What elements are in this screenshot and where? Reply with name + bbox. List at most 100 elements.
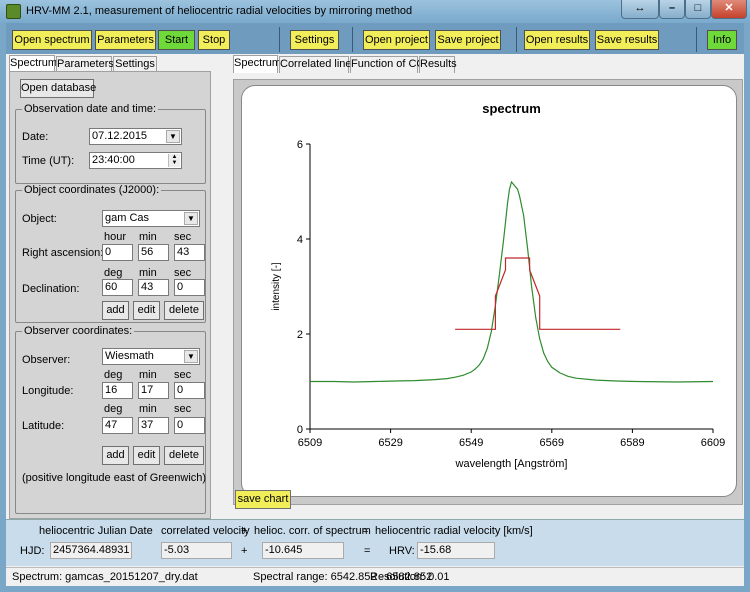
chevron-down-icon[interactable]: ▼ bbox=[184, 350, 198, 363]
open-project-button[interactable]: Open project bbox=[363, 30, 430, 50]
time-value: 23:40:00 bbox=[92, 154, 135, 166]
start-button[interactable]: Start bbox=[158, 30, 195, 50]
correlated-velocity-value: -5.03 bbox=[161, 542, 232, 559]
open-results-button[interactable]: Open results bbox=[524, 30, 590, 50]
spectrum-line bbox=[310, 180, 714, 383]
lon-min-header: min bbox=[139, 369, 157, 381]
ra-sec-input[interactable]: 43 bbox=[174, 244, 205, 261]
toolbar-separator bbox=[516, 27, 517, 52]
ra-min-input[interactable]: 56 bbox=[138, 244, 169, 261]
lat-min-input[interactable]: 37 bbox=[138, 417, 169, 434]
date-label: Date: bbox=[22, 131, 49, 143]
spectrum-chart: spectrum 6509 6529 6549 6569 6589 6609 0 2 4 6 wave… bbox=[271, 101, 725, 470]
tab-spectrum-chart[interactable]: Spectrum bbox=[233, 55, 281, 73]
toolbar-separator bbox=[352, 27, 353, 52]
dec-sec-header: sec bbox=[174, 267, 192, 279]
x-tick-label: 6569 bbox=[540, 437, 564, 449]
toolbar: Open spectrum Parameters Start Stop Sett… bbox=[6, 23, 744, 54]
x-tick-label: 6589 bbox=[620, 437, 644, 449]
dec-min-input[interactable]: 43 bbox=[138, 279, 169, 296]
x-axis-label: wavelength [Angström] bbox=[455, 458, 568, 470]
lat-sec-input[interactable]: 0 bbox=[174, 417, 205, 434]
y-axis-label: intensity [-] bbox=[271, 262, 282, 311]
dec-min-header: min bbox=[139, 267, 157, 279]
stop-button[interactable]: Stop bbox=[198, 30, 230, 50]
observer-group-title: Observer coordinates: bbox=[22, 325, 135, 337]
object-delete-button[interactable]: delete bbox=[164, 301, 204, 320]
status-resolution: Resolution: 0.01 bbox=[370, 571, 450, 583]
save-results-button[interactable]: Save results bbox=[595, 30, 659, 50]
minimize-button[interactable]: – bbox=[659, 0, 685, 19]
plus-sign: + bbox=[241, 525, 248, 537]
dec-sec-input[interactable]: 0 bbox=[174, 279, 205, 296]
latitude-label: Latitude: bbox=[22, 420, 65, 432]
date-picker[interactable]: 07.12.2015 ▼ bbox=[89, 128, 182, 145]
longitude-note: (positive longitude east of Greenwich) bbox=[22, 472, 207, 484]
object-value: gam Cas bbox=[105, 212, 150, 224]
object-add-button[interactable]: add bbox=[102, 301, 129, 320]
tab-correlated-lines[interactable]: Correlated lines bbox=[279, 56, 357, 73]
lon-deg-header: deg bbox=[104, 369, 123, 381]
lat-min-header: min bbox=[139, 403, 157, 415]
observer-delete-button[interactable]: delete bbox=[164, 446, 204, 465]
settings-button[interactable]: Settings bbox=[290, 30, 339, 50]
lon-sec-header: sec bbox=[174, 369, 192, 381]
object-select[interactable]: gam Cas ▼ bbox=[102, 210, 200, 227]
chevron-down-icon[interactable]: ▼ bbox=[184, 212, 198, 225]
window-title: HRV-MM 2.1, measurement of heliocentric … bbox=[26, 5, 413, 17]
open-spectrum-button[interactable]: Open spectrum bbox=[12, 30, 92, 50]
hjd-header: heliocentric Julian Date bbox=[39, 525, 153, 537]
dec-deg-input[interactable]: 60 bbox=[102, 279, 133, 296]
save-chart-button[interactable]: save chart bbox=[235, 490, 291, 509]
longitude-label: Longitude: bbox=[22, 385, 74, 397]
lon-sec-input[interactable]: 0 bbox=[174, 382, 205, 399]
y-tick-label: 2 bbox=[297, 329, 303, 341]
open-database-button[interactable]: Open database bbox=[20, 79, 96, 98]
ra-label: Right ascension: bbox=[22, 247, 104, 259]
heliocentric-correction-header: helioc. corr. of spectrum bbox=[254, 525, 371, 537]
equals-sign: = bbox=[364, 545, 371, 557]
ra-hour-input[interactable]: 0 bbox=[102, 244, 133, 261]
x-tick-label: 6509 bbox=[298, 437, 322, 449]
spinner-arrows-icon[interactable]: ▲ ▼ bbox=[168, 154, 180, 167]
close-button[interactable]: ✕ bbox=[711, 0, 747, 19]
object-group-title: Object coordinates (J2000): bbox=[22, 184, 162, 196]
hrv-value: -15.68 bbox=[417, 542, 495, 559]
save-project-button[interactable]: Save project bbox=[435, 30, 501, 50]
lon-min-input[interactable]: 17 bbox=[138, 382, 169, 399]
observer-coordinates-group: Observer coordinates: Observer: Wiesmath… bbox=[15, 325, 207, 514]
spectrum-tab-panel: Open database Observation date and time:… bbox=[9, 71, 211, 519]
observer-add-button[interactable]: add bbox=[102, 446, 129, 465]
y-tick-label: 0 bbox=[297, 424, 303, 436]
ra-hour-header: hour bbox=[104, 231, 127, 243]
chart-panel: spectrum 6509 6529 6549 6569 6589 6609 0 2 4 6 wave… bbox=[233, 79, 743, 505]
maximize-button[interactable]: □ bbox=[685, 0, 711, 19]
status-spectrum: Spectrum: gamcas_20151207_dry.dat bbox=[12, 571, 198, 583]
tab-function-of-cc[interactable]: Function of CC bbox=[350, 56, 424, 73]
observer-edit-button[interactable]: edit bbox=[133, 446, 160, 465]
hrv-header: heliocentric radial velocity [km/s] bbox=[375, 525, 533, 537]
lat-sec-header: sec bbox=[174, 403, 192, 415]
tab-results[interactable]: Results bbox=[419, 56, 457, 73]
object-coordinates-group: Object coordinates (J2000): Object: gam … bbox=[15, 184, 206, 323]
observer-value: Wiesmath bbox=[105, 350, 154, 362]
x-tick-label: 6529 bbox=[378, 437, 402, 449]
toolbar-separator bbox=[279, 27, 280, 52]
parameters-button[interactable]: Parameters bbox=[95, 30, 156, 50]
y-tick-label: 4 bbox=[297, 234, 303, 246]
observation-group: Observation date and time: Date: 07.12.2… bbox=[15, 103, 206, 184]
observer-label: Observer: bbox=[22, 354, 71, 366]
lon-deg-input[interactable]: 16 bbox=[102, 382, 133, 399]
observer-select[interactable]: Wiesmath ▼ bbox=[102, 348, 200, 365]
info-button[interactable]: Info bbox=[707, 30, 737, 50]
lat-deg-input[interactable]: 47 bbox=[102, 417, 133, 434]
chart-title: spectrum bbox=[482, 101, 541, 116]
right-tab-strip: Spectrum Correlated lines Function of CC… bbox=[233, 55, 743, 74]
object-edit-button[interactable]: edit bbox=[133, 301, 160, 320]
time-field[interactable]: 23:40:00 ▲ ▼ bbox=[89, 152, 182, 169]
resize-arrows-button[interactable]: ↔ bbox=[621, 0, 659, 19]
chart-frame: spectrum 6509 6529 6549 6569 6589 6609 0 2 4 6 wave… bbox=[241, 85, 737, 497]
hjd-label: HJD: bbox=[20, 545, 45, 557]
hjd-value: 2457364.48931 bbox=[50, 542, 132, 559]
chevron-down-icon[interactable]: ▼ bbox=[166, 130, 180, 143]
